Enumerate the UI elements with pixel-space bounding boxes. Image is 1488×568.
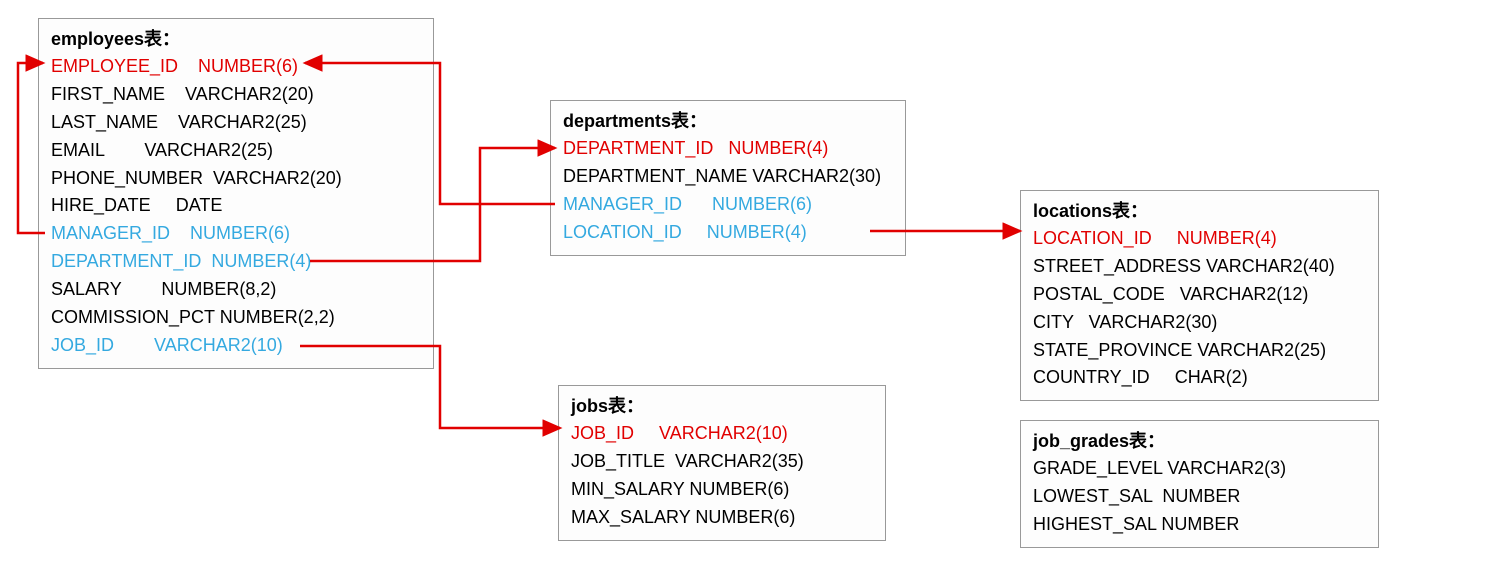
column-row: CITY VARCHAR2(30) (1033, 309, 1366, 337)
column-row: HIGHEST_SAL NUMBER (1033, 511, 1366, 539)
table-job-grades: job_grades表： GRADE_LEVEL VARCHAR2(3)LOWE… (1020, 420, 1379, 548)
column-row: DEPARTMENT_NAME VARCHAR2(30) (563, 163, 893, 191)
table-title: employees表： (51, 25, 421, 51)
table-title: jobs表： (571, 392, 873, 418)
column-row: JOB_TITLE VARCHAR2(35) (571, 448, 873, 476)
table-departments: departments表： DEPARTMENT_ID NUMBER(4)DEP… (550, 100, 906, 256)
column-row: MANAGER_ID NUMBER(6) (563, 191, 893, 219)
column-row: COUNTRY_ID CHAR(2) (1033, 364, 1366, 392)
table-title: job_grades表： (1033, 427, 1366, 453)
table-employees: employees表： EMPLOYEE_ID NUMBER(6)FIRST_N… (38, 18, 434, 369)
column-row: LOCATION_ID NUMBER(4) (1033, 225, 1366, 253)
column-row: LOWEST_SAL NUMBER (1033, 483, 1366, 511)
column-row: EMPLOYEE_ID NUMBER(6) (51, 53, 421, 81)
column-row: GRADE_LEVEL VARCHAR2(3) (1033, 455, 1366, 483)
column-row: SALARY NUMBER(8,2) (51, 276, 421, 304)
table-locations: locations表： LOCATION_ID NUMBER(4)STREET_… (1020, 190, 1379, 401)
column-row: HIRE_DATE DATE (51, 192, 421, 220)
column-row: MIN_SALARY NUMBER(6) (571, 476, 873, 504)
column-row: JOB_ID VARCHAR2(10) (571, 420, 873, 448)
column-row: STREET_ADDRESS VARCHAR2(40) (1033, 253, 1366, 281)
table-jobs: jobs表： JOB_ID VARCHAR2(10)JOB_TITLE VARC… (558, 385, 886, 541)
column-row: STATE_PROVINCE VARCHAR2(25) (1033, 337, 1366, 365)
column-row: JOB_ID VARCHAR2(10) (51, 332, 421, 360)
column-row: FIRST_NAME VARCHAR2(20) (51, 81, 421, 109)
table-title: departments表： (563, 107, 893, 133)
column-row: DEPARTMENT_ID NUMBER(4) (563, 135, 893, 163)
column-row: COMMISSION_PCT NUMBER(2,2) (51, 304, 421, 332)
column-row: MAX_SALARY NUMBER(6) (571, 504, 873, 532)
column-row: PHONE_NUMBER VARCHAR2(20) (51, 165, 421, 193)
column-row: LAST_NAME VARCHAR2(25) (51, 109, 421, 137)
column-row: DEPARTMENT_ID NUMBER(4) (51, 248, 421, 276)
column-row: EMAIL VARCHAR2(25) (51, 137, 421, 165)
table-title: locations表： (1033, 197, 1366, 223)
column-row: MANAGER_ID NUMBER(6) (51, 220, 421, 248)
column-row: POSTAL_CODE VARCHAR2(12) (1033, 281, 1366, 309)
er-diagram-canvas: employees表： EMPLOYEE_ID NUMBER(6)FIRST_N… (0, 0, 1488, 568)
column-row: LOCATION_ID NUMBER(4) (563, 219, 893, 247)
